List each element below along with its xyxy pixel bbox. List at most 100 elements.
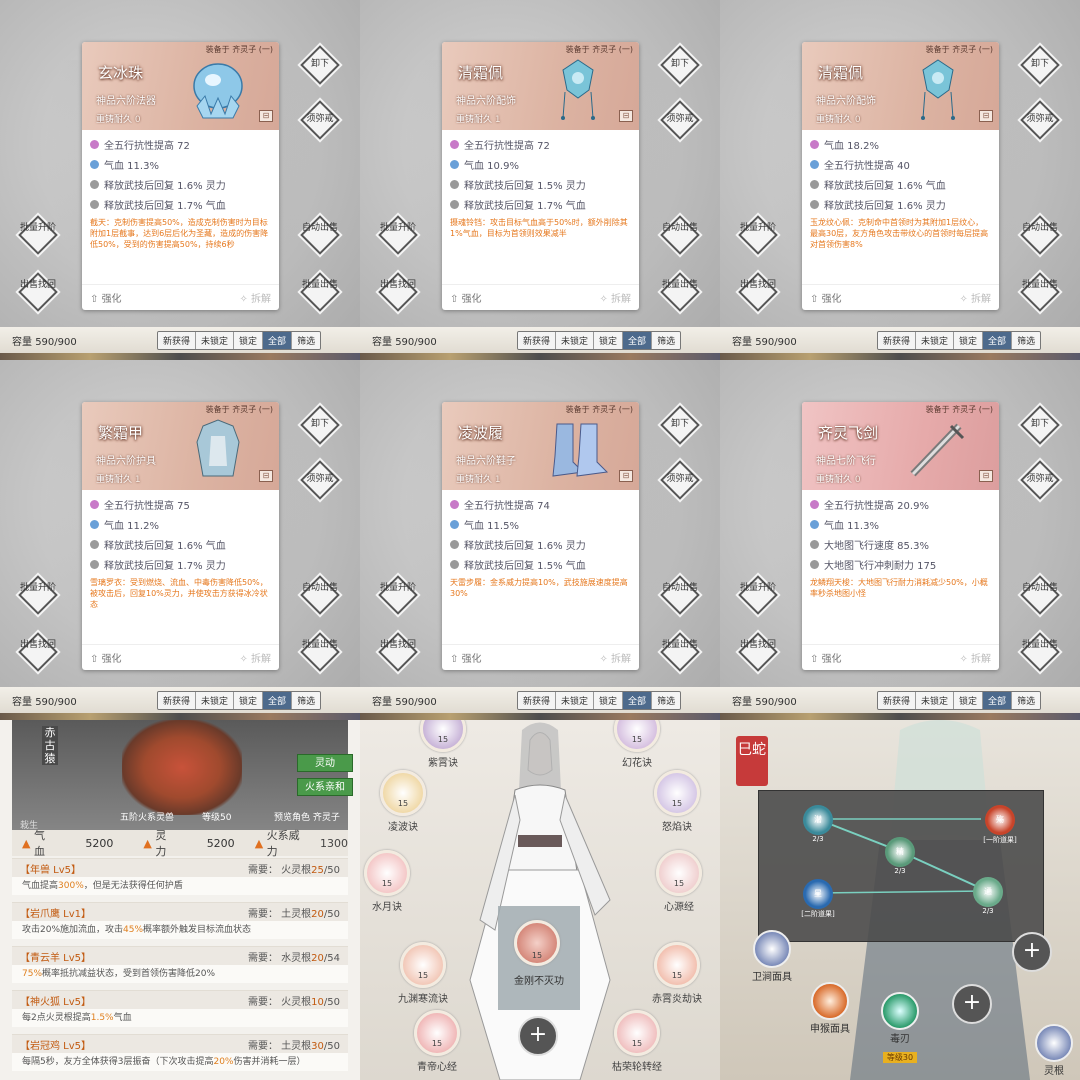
upgrade-button[interactable]: ⇧ 强化: [90, 650, 122, 665]
batch-sell-button[interactable]: 批量出售: [300, 632, 340, 672]
dismantle-button[interactable]: ✧ 拆解: [599, 650, 631, 665]
skill-node[interactable]: 15: [414, 1010, 460, 1056]
dismantle-button[interactable]: ✧ 拆解: [239, 290, 271, 305]
filter-tab[interactable]: 筛选: [652, 332, 681, 349]
equipped-item[interactable]: 毒刃 等级30: [870, 992, 930, 1064]
talent-node[interactable]: 潜: [803, 805, 833, 835]
filter-tab[interactable]: 未锁定: [556, 332, 595, 349]
batch-upgrade-button[interactable]: 批量升阶: [18, 575, 58, 615]
filter-tab[interactable]: 未锁定: [196, 692, 235, 709]
filter-tab[interactable]: 全部: [623, 692, 653, 709]
unequip-button[interactable]: 卸下: [1020, 405, 1060, 445]
trait-tag-fire-affinity[interactable]: 火系亲和: [297, 778, 353, 796]
add-item-button[interactable]: +: [952, 984, 992, 1024]
filter-tab[interactable]: 新获得: [518, 692, 557, 709]
selected-skill-box[interactable]: 15 金刚不灭功: [498, 906, 580, 1010]
dismantle-button[interactable]: ✧ 拆解: [599, 290, 631, 305]
unequip-button[interactable]: 卸下: [660, 45, 700, 85]
talent-node[interactable]: 通: [973, 877, 1003, 907]
batch-sell-button[interactable]: 批量出售: [300, 272, 340, 312]
sell-retrieve-button[interactable]: 出售找回: [18, 272, 58, 312]
unequip-button[interactable]: 卸下: [300, 45, 340, 85]
storage-ring-button[interactable]: 须弥戒: [1020, 100, 1060, 140]
lock-icon[interactable]: ⊟: [979, 110, 993, 122]
add-talent-button[interactable]: +: [1012, 932, 1052, 972]
filter-tab[interactable]: 筛选: [1012, 332, 1041, 349]
skill-node[interactable]: 15: [364, 850, 410, 896]
skill-node[interactable]: 15: [400, 942, 446, 988]
storage-ring-button[interactable]: 须弥戒: [300, 460, 340, 500]
selected-skill-icon[interactable]: 15: [514, 920, 560, 966]
filter-tab[interactable]: 全部: [623, 332, 653, 349]
auto-sell-button[interactable]: 自动出售: [660, 215, 700, 255]
preview-character[interactable]: 预览角色 齐灵子: [274, 810, 340, 823]
skill-node[interactable]: 15: [380, 770, 426, 816]
batch-upgrade-button[interactable]: 批量升阶: [378, 575, 418, 615]
filter-tab[interactable]: 筛选: [652, 692, 681, 709]
filter-tab[interactable]: 锁定: [234, 692, 264, 709]
sell-retrieve-button[interactable]: 出售找回: [378, 272, 418, 312]
filter-tab[interactable]: 锁定: [954, 692, 984, 709]
batch-upgrade-button[interactable]: 批量升阶: [738, 215, 778, 255]
sell-retrieve-button[interactable]: 出售找回: [738, 632, 778, 672]
talent-node[interactable]: 殇: [985, 805, 1015, 835]
add-skill-button[interactable]: +: [518, 1016, 558, 1056]
equipped-item[interactable]: 卫涧面具: [742, 930, 802, 983]
equipped-item[interactable]: 申猴面具: [800, 982, 860, 1035]
lock-icon[interactable]: ⊟: [979, 470, 993, 482]
storage-ring-button[interactable]: 须弥戒: [660, 100, 700, 140]
filter-tab[interactable]: 锁定: [594, 692, 624, 709]
talent-node[interactable]: 精: [885, 837, 915, 867]
filter-tab[interactable]: 全部: [983, 332, 1013, 349]
batch-sell-button[interactable]: 批量出售: [1020, 272, 1060, 312]
filter-tab[interactable]: 全部: [983, 692, 1013, 709]
filter-tab[interactable]: 筛选: [1012, 692, 1041, 709]
skill-node[interactable]: 15: [654, 770, 700, 816]
equipped-item[interactable]: 灵根: [1024, 1024, 1080, 1077]
filter-tab[interactable]: 全部: [263, 692, 293, 709]
filter-tab[interactable]: 未锁定: [916, 692, 955, 709]
filter-tab[interactable]: 筛选: [292, 332, 321, 349]
batch-sell-button[interactable]: 批量出售: [660, 632, 700, 672]
skill-node[interactable]: 15: [654, 942, 700, 988]
upgrade-button[interactable]: ⇧ 强化: [810, 650, 842, 665]
batch-upgrade-button[interactable]: 批量升阶: [738, 575, 778, 615]
auto-sell-button[interactable]: 自动出售: [1020, 215, 1060, 255]
skill-node[interactable]: 15: [614, 1010, 660, 1056]
filter-tab[interactable]: 新获得: [878, 332, 917, 349]
upgrade-button[interactable]: ⇧ 强化: [810, 290, 842, 305]
filter-tab[interactable]: 锁定: [594, 332, 624, 349]
upgrade-button[interactable]: ⇧ 强化: [450, 650, 482, 665]
storage-ring-button[interactable]: 须弥戒: [660, 460, 700, 500]
batch-sell-button[interactable]: 批量出售: [1020, 632, 1060, 672]
lock-icon[interactable]: ⊟: [259, 470, 273, 482]
beast-skill[interactable]: 【神火狐 Lv5】 需要： 火灵根10/50 每2点火灵根提高1.5%气血: [12, 990, 348, 1027]
batch-upgrade-button[interactable]: 批量升阶: [18, 215, 58, 255]
upgrade-button[interactable]: ⇧ 强化: [450, 290, 482, 305]
beast-skill[interactable]: 【年兽 Lv5】 需要： 火灵根25/50 气血提高300%，但是无法获得任何护盾: [12, 858, 348, 895]
skill-node[interactable]: 15: [614, 720, 660, 752]
skill-node[interactable]: 15: [656, 850, 702, 896]
dismantle-button[interactable]: ✧ 拆解: [239, 650, 271, 665]
dismantle-button[interactable]: ✧ 拆解: [959, 290, 991, 305]
storage-ring-button[interactable]: 须弥戒: [1020, 460, 1060, 500]
batch-sell-button[interactable]: 批量出售: [660, 272, 700, 312]
filter-tab[interactable]: 锁定: [234, 332, 264, 349]
auto-sell-button[interactable]: 自动出售: [300, 215, 340, 255]
dismantle-button[interactable]: ✧ 拆解: [959, 650, 991, 665]
filter-tab[interactable]: 新获得: [518, 332, 557, 349]
batch-upgrade-button[interactable]: 批量升阶: [378, 215, 418, 255]
filter-tab[interactable]: 新获得: [158, 332, 197, 349]
beast-skill[interactable]: 【岩冠鸡 Lv5】 需要： 土灵根30/50 每隔5秒，友方全体获得3层振奋（下次攻…: [12, 1034, 348, 1071]
unequip-button[interactable]: 卸下: [660, 405, 700, 445]
sell-retrieve-button[interactable]: 出售找回: [738, 272, 778, 312]
storage-ring-button[interactable]: 须弥戒: [300, 100, 340, 140]
lock-icon[interactable]: ⊟: [619, 110, 633, 122]
beast-skill[interactable]: 【青云羊 Lv5】 需要： 水灵根20/54 75%概率抵抗减益状态，受到首领伤害降…: [12, 946, 348, 983]
filter-tab[interactable]: 全部: [263, 332, 293, 349]
filter-tab[interactable]: 新获得: [878, 692, 917, 709]
filter-tab[interactable]: 未锁定: [196, 332, 235, 349]
sell-retrieve-button[interactable]: 出售找回: [378, 632, 418, 672]
auto-sell-button[interactable]: 自动出售: [300, 575, 340, 615]
unequip-button[interactable]: 卸下: [1020, 45, 1060, 85]
